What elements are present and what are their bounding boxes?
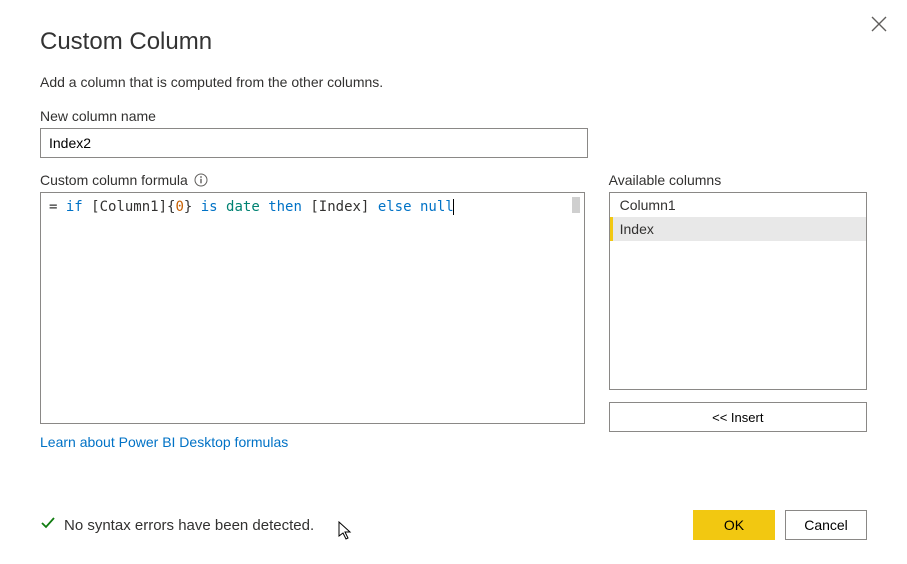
check-icon bbox=[40, 515, 56, 535]
available-columns-label: Available columns bbox=[609, 172, 867, 188]
formula-num: 0 bbox=[175, 199, 183, 215]
formula-ref1: [Column1]{ bbox=[91, 199, 175, 215]
available-column-item[interactable]: Index bbox=[610, 217, 866, 241]
learn-link[interactable]: Learn about Power BI Desktop formulas bbox=[40, 434, 288, 450]
new-column-name-input[interactable] bbox=[40, 128, 588, 158]
formula-ref1b: } bbox=[184, 199, 201, 215]
custom-column-dialog: Custom Column Add a column that is compu… bbox=[0, 0, 907, 564]
scrollbar-thumb[interactable] bbox=[572, 197, 580, 213]
close-icon[interactable] bbox=[871, 16, 887, 37]
formula-eq: = bbox=[49, 199, 66, 215]
info-icon[interactable] bbox=[194, 173, 208, 187]
kw-then: then bbox=[268, 199, 302, 215]
dialog-description: Add a column that is computed from the o… bbox=[40, 74, 867, 90]
insert-button[interactable]: << Insert bbox=[609, 402, 867, 432]
available-columns-list: Column1 Index bbox=[609, 192, 867, 390]
available-column-item[interactable]: Column1 bbox=[610, 193, 866, 217]
dialog-title: Custom Column bbox=[40, 28, 867, 56]
status-bar: No syntax errors have been detected. bbox=[40, 515, 314, 535]
kw-null: null bbox=[420, 199, 454, 215]
formula-editor[interactable]: = if [Column1]{0} is date then [Index] e… bbox=[40, 192, 585, 424]
text-caret bbox=[453, 199, 454, 215]
kw-else: else bbox=[378, 199, 412, 215]
kw-is: is bbox=[201, 199, 218, 215]
kw-if: if bbox=[66, 199, 83, 215]
formula-ref2: [Index] bbox=[310, 199, 369, 215]
ok-button[interactable]: OK bbox=[693, 510, 775, 540]
formula-label-text: Custom column formula bbox=[40, 172, 188, 188]
kw-type: date bbox=[226, 199, 260, 215]
cancel-button[interactable]: Cancel bbox=[785, 510, 867, 540]
status-text: No syntax errors have been detected. bbox=[64, 517, 314, 534]
formula-label: Custom column formula bbox=[40, 172, 585, 188]
new-column-name-label: New column name bbox=[40, 108, 867, 124]
